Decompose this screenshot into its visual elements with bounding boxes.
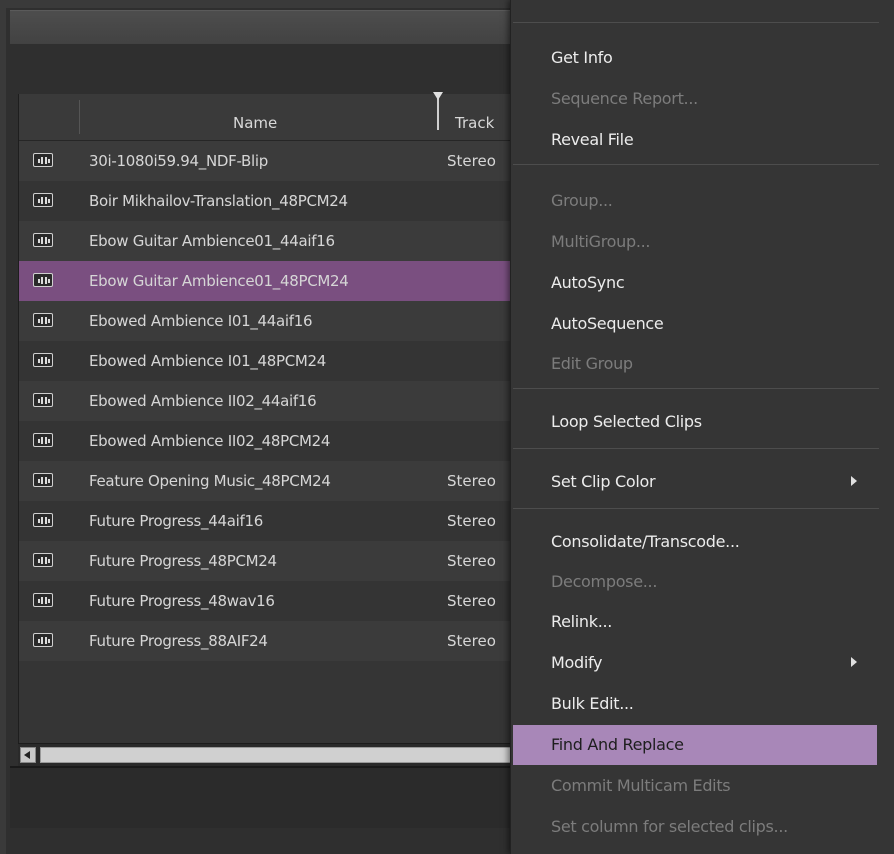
menu-item-label: Relink... [551, 612, 613, 631]
clip-tracks: Stereo [447, 512, 496, 530]
menu-item-autosync[interactable]: AutoSync [511, 263, 894, 303]
menu-item-group: Group... [511, 181, 894, 221]
clip-name: Ebowed Ambience I01_44aif16 [89, 312, 313, 330]
menu-item-decompose: Decompose... [511, 562, 894, 602]
clip-name: Feature Opening Music_48PCM24 [89, 472, 331, 490]
menu-item-label: AutoSequence [551, 314, 664, 333]
clip-name: Future Progress_48PCM24 [89, 552, 277, 570]
menu-separator [513, 22, 879, 23]
menu-item-label: Consolidate/Transcode... [551, 532, 740, 551]
clip-tracks: Stereo [447, 592, 496, 610]
audio-clip-icon [33, 353, 53, 367]
audio-clip-icon [33, 313, 53, 327]
audio-clip-icon [33, 553, 53, 567]
clip-name: Ebowed Ambience I01_48PCM24 [89, 352, 327, 370]
clip-name: Future Progress_48wav16 [89, 592, 275, 610]
menu-item-label: Modify [551, 653, 603, 672]
menu-item-label: Set Clip Color [551, 472, 656, 491]
column-header-name[interactable]: Name [233, 114, 277, 132]
menu-item-get-info[interactable]: Get Info [511, 38, 894, 78]
menu-item-multigroup: MultiGroup... [511, 222, 894, 262]
audio-clip-icon [33, 273, 53, 287]
clip-name: Future Progress_88AIF24 [89, 632, 268, 650]
audio-clip-icon [33, 393, 53, 407]
column-header-tracks[interactable]: Track [455, 114, 494, 132]
clip-name: Ebowed Ambience II02_44aif16 [89, 392, 317, 410]
clip-tracks: Stereo [447, 632, 496, 650]
menu-item-label: Reveal File [551, 130, 634, 149]
menu-item-label: Set column for selected clips... [551, 817, 788, 836]
menu-separator [513, 508, 879, 509]
scrollbar-thumb[interactable] [40, 747, 520, 763]
clip-name: Ebow Guitar Ambience01_48PCM24 [89, 272, 349, 290]
audio-clip-icon [33, 193, 53, 207]
audio-clip-icon [33, 513, 53, 527]
menu-item-label: AutoSync [551, 273, 625, 292]
column-divider[interactable] [79, 100, 80, 134]
clip-name: Boir Mikhailov-Translation_48PCM24 [89, 192, 348, 210]
menu-item-set-column-for-selected-clips: Set column for selected clips... [511, 807, 894, 847]
audio-clip-icon [33, 473, 53, 487]
menu-separator [513, 388, 879, 389]
menu-item-label: Group... [551, 191, 613, 210]
menu-item-label: MultiGroup... [551, 232, 651, 251]
context-menu: Get Info Sequence Report... Reveal File … [510, 0, 894, 854]
menu-item-loop-selected-clips[interactable]: Loop Selected Clips [511, 402, 894, 442]
menu-item-reveal-file[interactable]: Reveal File [511, 120, 894, 160]
menu-item-modify[interactable]: Modify [511, 643, 894, 683]
menu-item-label: Decompose... [551, 572, 658, 591]
menu-item-set-clip-color[interactable]: Set Clip Color [511, 462, 894, 502]
audio-clip-icon [33, 153, 53, 167]
submenu-arrow-icon [851, 657, 857, 667]
menu-item-autosequence[interactable]: AutoSequence [511, 304, 894, 344]
clip-name: Ebow Guitar Ambience01_44aif16 [89, 232, 335, 250]
menu-item-label: Commit Multicam Edits [551, 776, 731, 795]
menu-separator [513, 448, 879, 449]
audio-clip-icon [33, 593, 53, 607]
clip-tracks: Stereo [447, 472, 496, 490]
audio-clip-icon [33, 233, 53, 247]
menu-item-consolidate-transcode[interactable]: Consolidate/Transcode... [511, 522, 894, 562]
menu-item-relink[interactable]: Relink... [511, 602, 894, 642]
clip-name: Ebowed Ambience II02_48PCM24 [89, 432, 331, 450]
menu-separator [513, 164, 879, 165]
menu-item-commit-multicam-edits: Commit Multicam Edits [511, 766, 894, 806]
submenu-arrow-icon [851, 476, 857, 486]
menu-item-label: Get Info [551, 48, 613, 67]
menu-item-label: Find And Replace [551, 735, 684, 754]
clip-tracks: Stereo [447, 152, 496, 170]
menu-item-label: Loop Selected Clips [551, 412, 702, 431]
clip-tracks: Stereo [447, 552, 496, 570]
clip-name: Future Progress_44aif16 [89, 512, 263, 530]
audio-clip-icon [33, 433, 53, 447]
menu-item-bulk-edit[interactable]: Bulk Edit... [511, 684, 894, 724]
menu-item-label: Sequence Report... [551, 89, 698, 108]
menu-item-label: Edit Group [551, 354, 633, 373]
clip-name: 30i-1080i59.94_NDF-Blip [89, 152, 268, 170]
menu-item-sequence-report: Sequence Report... [511, 79, 894, 119]
sort-marker-icon[interactable] [433, 92, 443, 130]
menu-item-edit-group: Edit Group [511, 344, 894, 384]
menu-item-find-and-replace[interactable]: Find And Replace [511, 725, 894, 765]
audio-clip-icon [33, 633, 53, 647]
menu-item-label: Bulk Edit... [551, 694, 634, 713]
scroll-left-arrow-icon[interactable] [20, 747, 36, 763]
